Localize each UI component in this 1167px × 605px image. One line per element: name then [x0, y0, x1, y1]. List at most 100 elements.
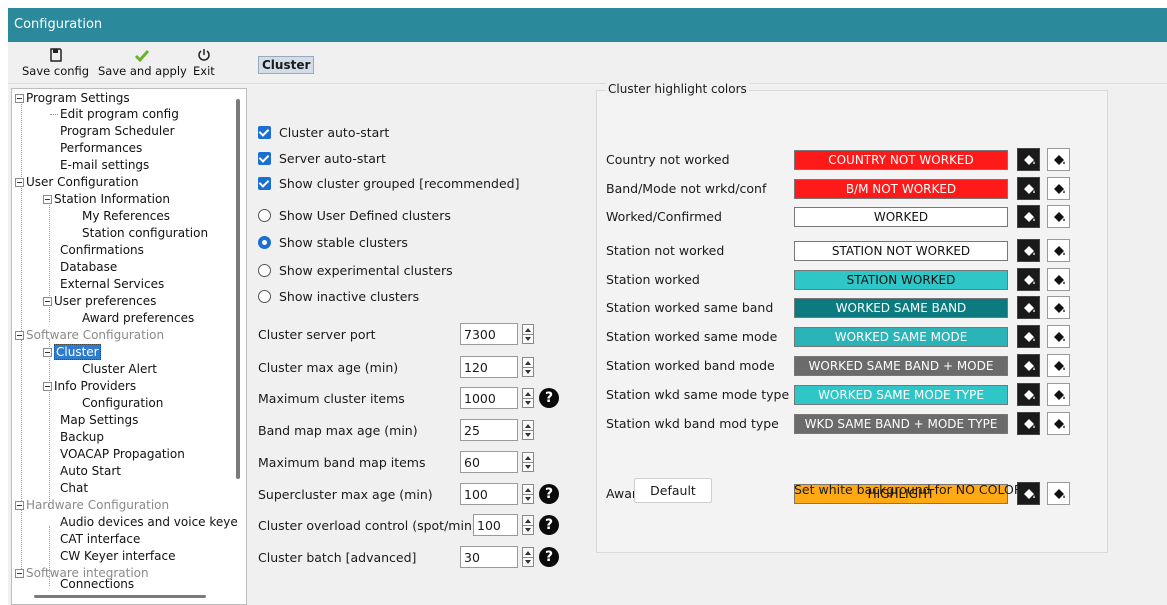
color-chip[interactable]: STATION NOT WORKED [794, 241, 1008, 261]
collapse-icon[interactable] [15, 331, 24, 340]
cluster-auto-start-checkbox[interactable]: Cluster auto-start [258, 125, 389, 141]
server-port-input[interactable]: 7300 [460, 323, 518, 345]
collapse-icon[interactable] [43, 297, 52, 306]
collapse-icon[interactable] [15, 501, 24, 510]
color-chip[interactable]: WORKED SAME MODE TYPE [794, 385, 1008, 405]
tree-configuration[interactable]: Configuration [82, 395, 163, 411]
server-port-spinner[interactable] [522, 324, 534, 344]
text-color-button[interactable] [1047, 177, 1070, 200]
checkbox-checked-icon[interactable] [258, 126, 271, 139]
max-items-spinner[interactable] [522, 388, 534, 408]
fill-color-button[interactable] [1017, 205, 1040, 228]
tree-info-providers[interactable]: Info Providers [43, 378, 136, 394]
tree-backup[interactable]: Backup [60, 429, 104, 445]
radio-icon[interactable] [258, 209, 271, 222]
tree-user-configuration[interactable]: User Configuration [15, 174, 139, 190]
default-button[interactable]: Default [634, 478, 712, 503]
user-defined-clusters-radio[interactable]: Show User Defined clusters [258, 208, 451, 224]
color-chip[interactable]: WORKED [794, 207, 1008, 227]
fill-color-button[interactable] [1017, 412, 1040, 435]
max-age-input[interactable]: 120 [460, 356, 518, 378]
tree-connections[interactable]: Connections [60, 579, 134, 589]
tree-database[interactable]: Database [60, 259, 117, 275]
text-color-button[interactable] [1047, 325, 1070, 348]
band-map-age-input[interactable]: 25 [460, 419, 518, 441]
radio-icon[interactable] [258, 264, 271, 277]
tree-station-information[interactable]: Station Information [43, 191, 170, 207]
tree-chat[interactable]: Chat [60, 480, 88, 496]
tree-external-services[interactable]: External Services [60, 276, 164, 292]
stable-clusters-radio[interactable]: Show stable clusters [258, 235, 408, 251]
text-color-button[interactable] [1047, 205, 1070, 228]
experimental-clusters-radio[interactable]: Show experimental clusters [258, 263, 453, 279]
tree-horizontal-scrollbar[interactable] [34, 595, 206, 598]
color-chip[interactable]: WORKED SAME BAND + MODE [794, 356, 1008, 376]
radio-icon[interactable] [258, 290, 271, 303]
color-chip[interactable]: WORKED SAME MODE [794, 327, 1008, 347]
text-color-button[interactable] [1047, 482, 1070, 505]
text-color-button[interactable] [1047, 354, 1070, 377]
text-color-button[interactable] [1047, 148, 1070, 171]
fill-color-button[interactable] [1017, 383, 1040, 406]
collapse-icon[interactable] [15, 178, 24, 187]
tree-auto-start[interactable]: Auto Start [60, 463, 121, 479]
help-icon[interactable]: ? [539, 547, 559, 567]
text-color-button[interactable] [1047, 239, 1070, 262]
tree-cat-interface[interactable]: CAT interface [60, 531, 140, 547]
fill-color-button[interactable] [1017, 268, 1040, 291]
band-map-items-input[interactable]: 60 [460, 451, 518, 473]
checkbox-checked-icon[interactable] [258, 152, 271, 165]
supercluster-age-input[interactable]: 100 [460, 483, 518, 505]
cluster-batch-spinner[interactable] [522, 547, 534, 567]
band-map-items-spinner[interactable] [522, 452, 534, 472]
tree-station-configuration[interactable]: Station configuration [82, 225, 208, 241]
settings-tree[interactable]: Program Settings Edit program config Pro… [11, 88, 247, 605]
cluster-batch-input[interactable]: 30 [460, 546, 518, 568]
fill-color-button[interactable] [1017, 296, 1040, 319]
save-and-apply-button[interactable]: Save and apply [98, 46, 187, 78]
collapse-icon[interactable] [43, 382, 52, 391]
save-config-button[interactable]: Save config [22, 46, 89, 78]
help-icon[interactable]: ? [539, 388, 559, 408]
tree-performances[interactable]: Performances [60, 140, 142, 156]
color-chip[interactable]: WKD SAME BAND + MODE TYPE [794, 414, 1008, 434]
overload-control-spinner[interactable] [522, 515, 534, 535]
inactive-clusters-radio[interactable]: Show inactive clusters [258, 289, 419, 305]
show-cluster-grouped-checkbox[interactable]: Show cluster grouped [recommended] [258, 176, 519, 192]
collapse-icon[interactable] [43, 348, 52, 357]
tree-voacap-propagation[interactable]: VOACAP Propagation [60, 446, 185, 462]
tree-user-preferences[interactable]: User preferences [43, 293, 156, 309]
text-color-button[interactable] [1047, 412, 1070, 435]
supercluster-age-spinner[interactable] [522, 484, 534, 504]
tree-award-preferences[interactable]: Award preferences [82, 310, 194, 326]
tree-cluster[interactable]: Cluster [43, 344, 101, 360]
fill-color-button[interactable] [1017, 177, 1040, 200]
tree-email-settings[interactable]: E-mail settings [60, 157, 149, 173]
collapse-icon[interactable] [15, 569, 24, 578]
radio-selected-icon[interactable] [258, 236, 271, 249]
tree-audio-devices[interactable]: Audio devices and voice keye [60, 514, 238, 530]
max-age-spinner[interactable] [522, 357, 534, 377]
tree-my-references[interactable]: My References [82, 208, 170, 224]
color-chip[interactable]: WORKED SAME BAND [794, 298, 1008, 318]
overload-control-input[interactable]: 100 [473, 514, 518, 536]
tree-edit-program-config[interactable]: Edit program config [60, 106, 179, 122]
tree-vertical-scrollbar[interactable] [236, 99, 240, 479]
fill-color-button[interactable] [1017, 354, 1040, 377]
text-color-button[interactable] [1047, 268, 1070, 291]
fill-color-button[interactable] [1017, 325, 1040, 348]
tree-software-configuration[interactable]: Software Configuration [15, 327, 164, 343]
tree-confirmations[interactable]: Confirmations [60, 242, 144, 258]
band-map-age-spinner[interactable] [522, 420, 534, 440]
server-auto-start-checkbox[interactable]: Server auto-start [258, 151, 386, 167]
text-color-button[interactable] [1047, 296, 1070, 319]
tree-cluster-alert[interactable]: Cluster Alert [82, 361, 157, 377]
help-icon[interactable]: ? [539, 515, 559, 535]
text-color-button[interactable] [1047, 383, 1070, 406]
fill-color-button[interactable] [1017, 148, 1040, 171]
tree-cw-keyer-interface[interactable]: CW Keyer interface [60, 548, 175, 564]
color-chip[interactable]: COUNTRY NOT WORKED [794, 150, 1008, 170]
collapse-icon[interactable] [43, 195, 52, 204]
color-chip[interactable]: STATION WORKED [794, 270, 1008, 290]
help-icon[interactable]: ? [539, 484, 559, 504]
